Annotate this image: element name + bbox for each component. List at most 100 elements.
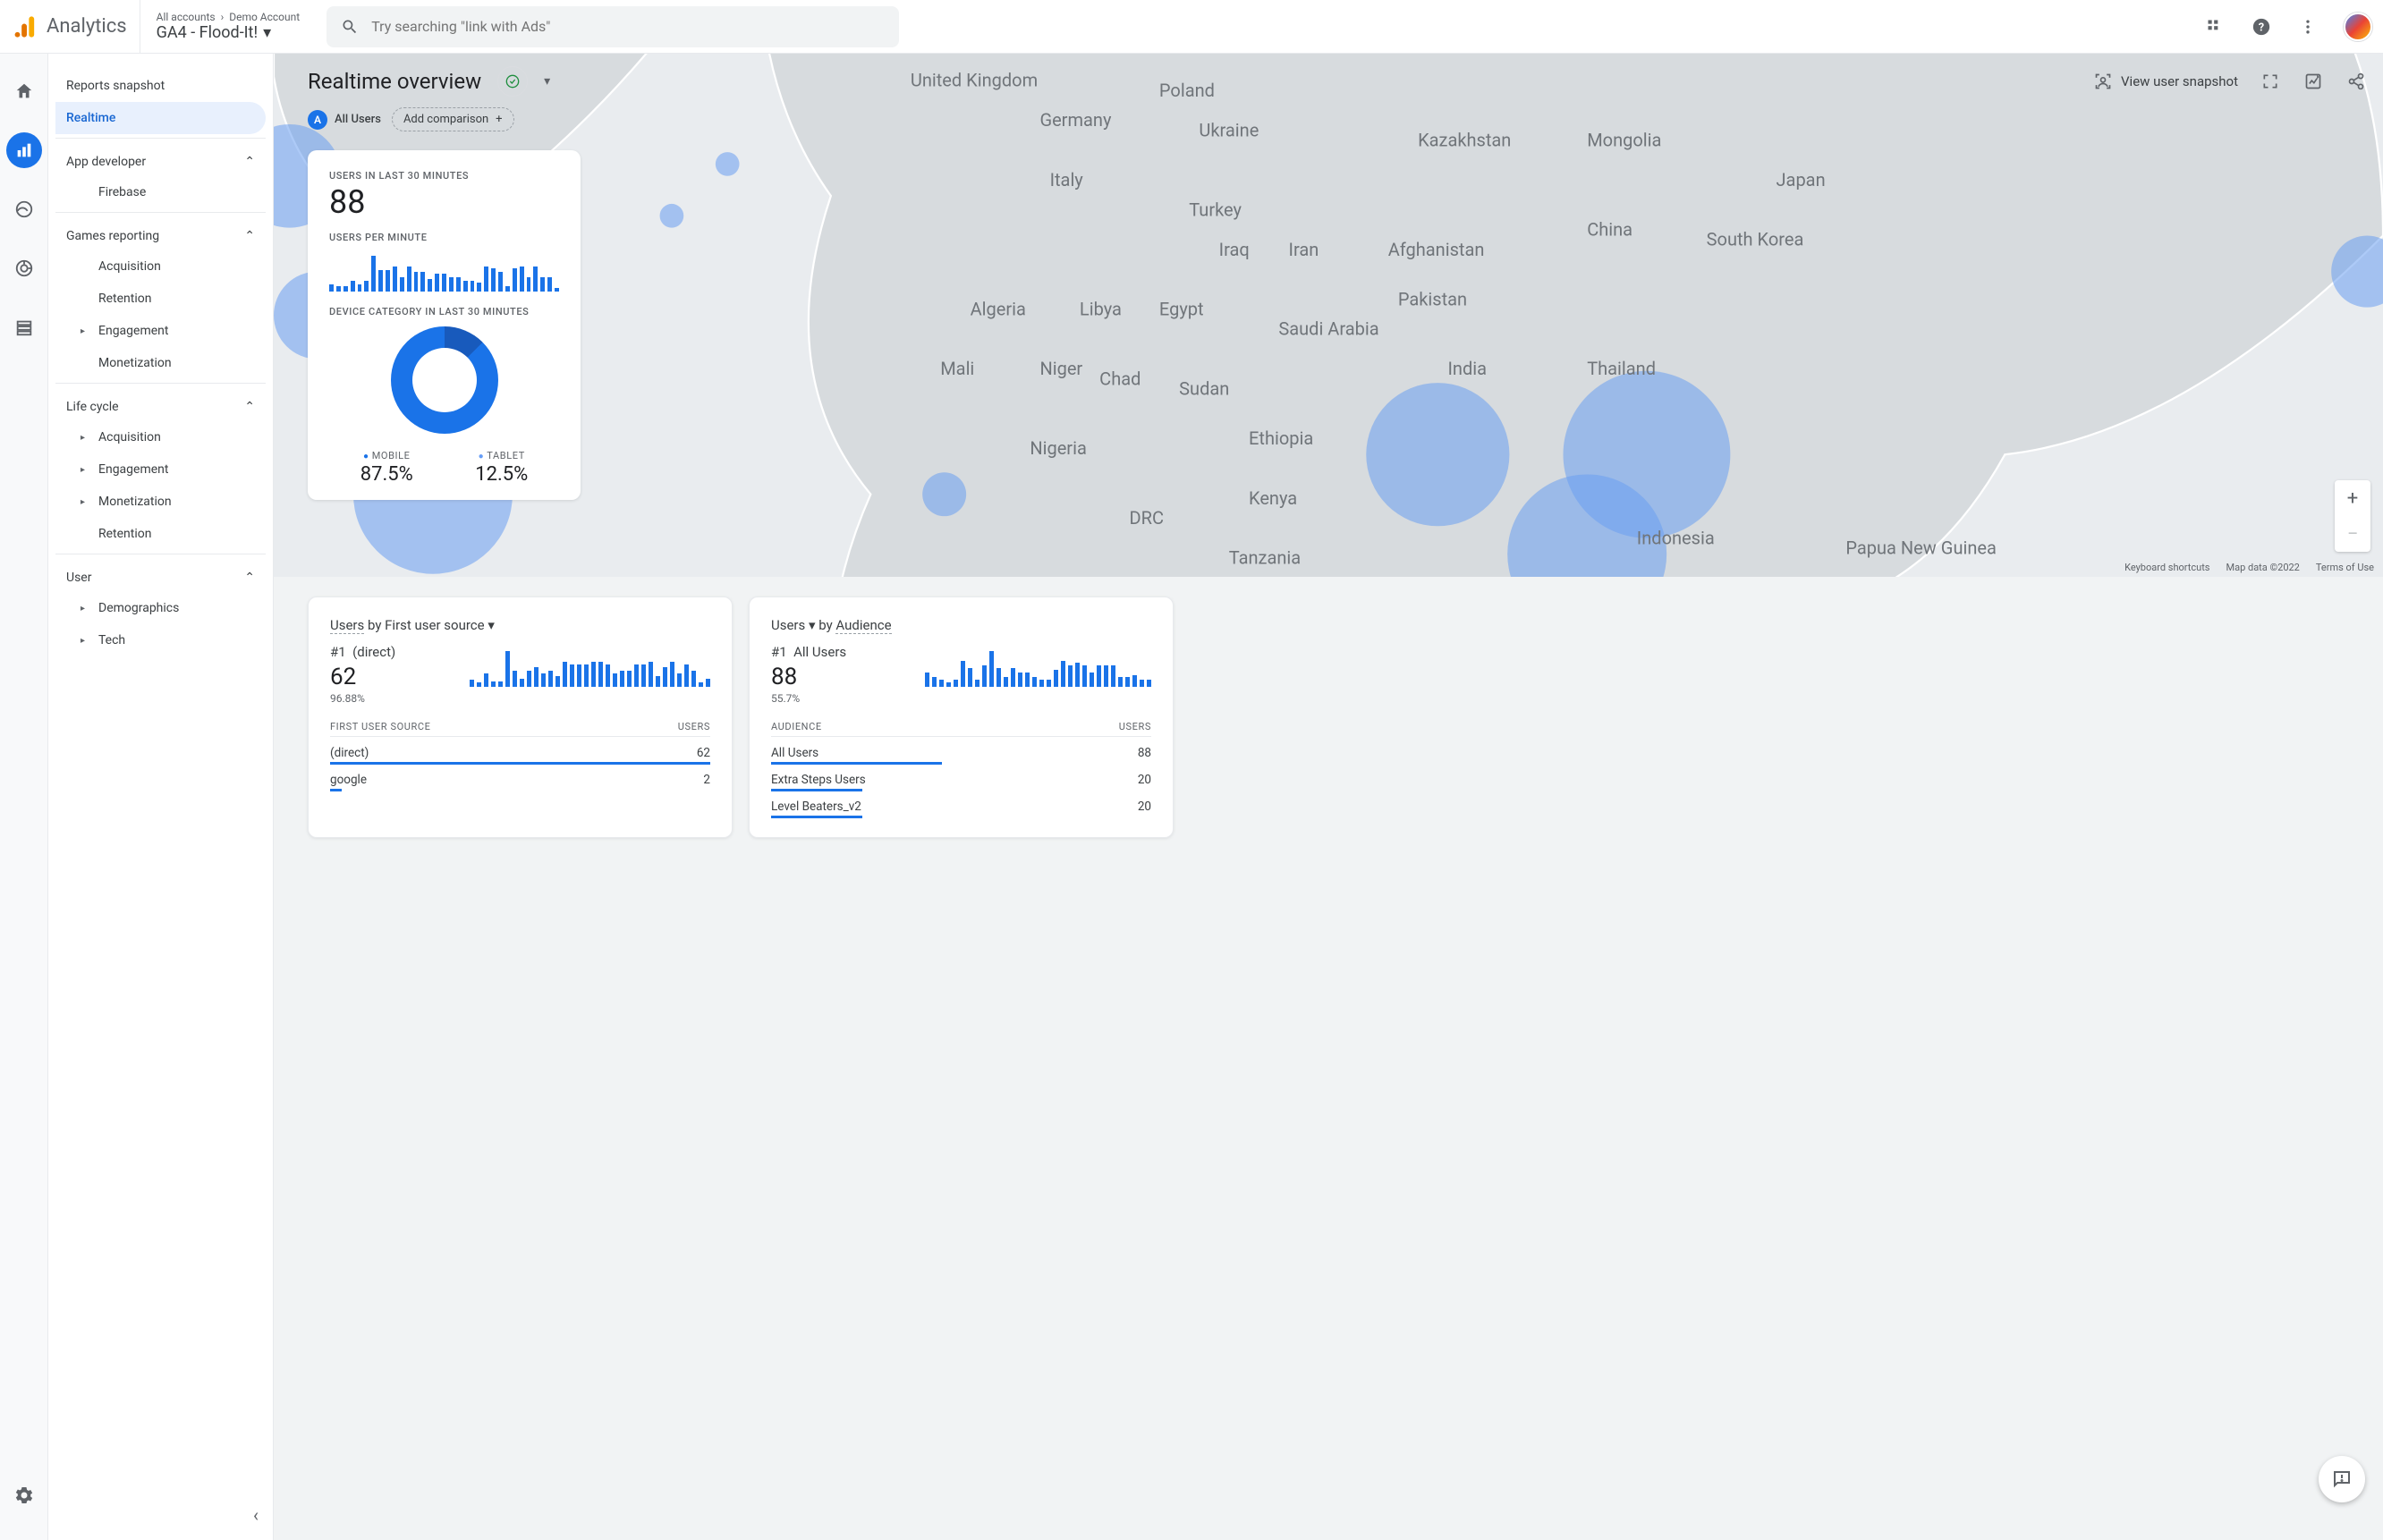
- zoom-out-button[interactable]: −: [2335, 516, 2370, 552]
- map-label: Germany: [1039, 109, 1112, 131]
- nav-realtime[interactable]: Realtime: [55, 102, 266, 134]
- nav-section-games-reporting[interactable]: Games reporting⌃: [55, 213, 266, 250]
- map-label: Nigeria: [1030, 437, 1087, 459]
- map-label: Kenya: [1249, 487, 1297, 509]
- status-ok-icon[interactable]: [497, 66, 528, 97]
- apps-icon[interactable]: [2204, 16, 2226, 38]
- table-row[interactable]: Extra Steps Users20: [771, 764, 1151, 791]
- configure-icon[interactable]: [6, 309, 42, 345]
- property-selector[interactable]: All accounts › Demo Account GA4 - Flood-…: [140, 0, 301, 53]
- source-card-title[interactable]: Users by First user source ▾: [330, 617, 710, 633]
- map-label: Saudi Arabia: [1278, 318, 1378, 340]
- property-name: GA4 - Flood-It!: [157, 23, 258, 42]
- nav-item-demographics[interactable]: ▸Demographics: [55, 592, 266, 624]
- nav-item-engagement[interactable]: ▸Engagement: [55, 453, 266, 486]
- device-mobile-pct: 87.5%: [360, 463, 413, 486]
- more-vert-icon[interactable]: [2297, 16, 2319, 38]
- map-shortcuts-link[interactable]: Keyboard shortcuts: [2124, 562, 2209, 573]
- audience-rank-pct: 55.7%: [771, 692, 846, 705]
- reports-icon[interactable]: [6, 132, 42, 168]
- nav-section-life-cycle[interactable]: Life cycle⌃: [55, 384, 266, 421]
- chevron-right-icon: ›: [221, 11, 225, 23]
- feedback-icon: [2331, 1468, 2353, 1490]
- nav-item-monetization[interactable]: ▸Monetization: [55, 486, 266, 518]
- page-title: Realtime overview: [308, 69, 481, 94]
- map-label: South Korea: [1707, 229, 1804, 250]
- help-icon[interactable]: ?: [2251, 16, 2272, 38]
- audience-rank-value: 88: [771, 664, 846, 690]
- chevron-up-icon: ⌃: [244, 400, 255, 414]
- audience-spark-chart: [864, 644, 1151, 687]
- feedback-button[interactable]: [2319, 1456, 2365, 1502]
- analytics-logo-icon: [14, 14, 39, 39]
- logo[interactable]: Analytics: [14, 14, 127, 39]
- map-label: Algeria: [971, 299, 1026, 320]
- map-label: Turkey: [1189, 199, 1242, 220]
- map-zoom-controls: + −: [2335, 480, 2370, 552]
- table-row[interactable]: google2: [330, 764, 710, 791]
- settings-icon[interactable]: [6, 1477, 42, 1513]
- table-row[interactable]: All Users88: [771, 737, 1151, 764]
- map-label: Sudan: [1179, 377, 1229, 399]
- users-30m-value: 88: [329, 183, 559, 221]
- map-label: Italy: [1050, 169, 1084, 190]
- nav-item-engagement[interactable]: ▸Engagement: [55, 315, 266, 347]
- nav-item-acquisition[interactable]: ▸Acquisition: [55, 421, 266, 453]
- collapse-nav-icon[interactable]: ‹: [253, 1504, 259, 1526]
- nav-item-acquisition[interactable]: Acquisition: [55, 250, 266, 283]
- nav-item-tech[interactable]: ▸Tech: [55, 624, 266, 656]
- first-user-source-card: Users by First user source ▾ #1 (direct)…: [308, 597, 733, 838]
- mini-sidebar: [0, 54, 48, 1540]
- header-actions: ?: [2204, 13, 2372, 41]
- chip-letter-icon: A: [308, 110, 327, 130]
- device-donut: [391, 326, 498, 434]
- nav-item-retention[interactable]: Retention: [55, 283, 266, 315]
- chevron-up-icon: ⌃: [244, 229, 255, 243]
- device-category-label: DEVICE CATEGORY IN LAST 30 MINUTES: [329, 306, 559, 317]
- insights-icon[interactable]: [2302, 71, 2324, 92]
- report-nav: Reports snapshot Realtime App developer⌃…: [48, 54, 274, 1540]
- users-per-min-label: USERS PER MINUTE: [329, 232, 559, 243]
- audience-card: Users ▾ by Audience #1 All Users 88 55.7…: [749, 597, 1174, 838]
- audience-card-title[interactable]: Users ▾ by Audience: [771, 617, 1151, 633]
- svg-text:?: ?: [2259, 21, 2264, 34]
- nav-item-monetization[interactable]: Monetization: [55, 347, 266, 379]
- device-tablet-label: TABLET: [475, 450, 528, 461]
- map-attributions: Keyboard shortcuts Map data ©2022 Terms …: [2124, 562, 2374, 573]
- map-label: DRC: [1130, 507, 1165, 529]
- chevron-up-icon: ⌃: [244, 571, 255, 585]
- map-label: Iraq: [1219, 239, 1250, 260]
- home-icon[interactable]: [6, 73, 42, 109]
- map-label: Ethiopia: [1249, 427, 1313, 449]
- nav-item-retention[interactable]: Retention: [55, 518, 266, 550]
- map-terms-link[interactable]: Terms of Use: [2316, 562, 2374, 573]
- table-row[interactable]: (direct)62: [330, 737, 710, 764]
- advertising-icon[interactable]: [6, 250, 42, 286]
- user-focus-icon: [2094, 72, 2112, 90]
- map-label: Mongolia: [1587, 129, 1661, 150]
- device-tablet-pct: 12.5%: [475, 463, 528, 486]
- plus-icon: +: [496, 113, 502, 126]
- nav-section-user[interactable]: User⌃: [55, 554, 266, 592]
- share-icon[interactable]: [2345, 71, 2367, 92]
- realtime-map[interactable]: FinlandSwedenNorwayRussiaUnited KingdomP…: [274, 54, 2383, 577]
- caret-down-icon[interactable]: ▾: [544, 74, 550, 89]
- map-label: Pakistan: [1398, 288, 1467, 309]
- explore-icon[interactable]: [6, 191, 42, 227]
- view-user-snapshot-button[interactable]: View user snapshot: [2094, 72, 2238, 90]
- chip-all-users[interactable]: A All Users: [308, 110, 381, 130]
- map-data-label: Map data ©2022: [2226, 562, 2300, 573]
- nav-section-app-developer[interactable]: App developer⌃: [55, 139, 266, 176]
- nav-item-firebase[interactable]: Firebase: [55, 176, 266, 208]
- map-label: Afghanistan: [1388, 239, 1485, 260]
- add-comparison-button[interactable]: Add comparison +: [392, 107, 514, 131]
- zoom-in-button[interactable]: +: [2335, 480, 2370, 516]
- table-row[interactable]: Level Beaters_v220: [771, 791, 1151, 817]
- users-30m-label: USERS IN LAST 30 MINUTES: [329, 170, 559, 182]
- map-label: Mali: [940, 358, 974, 379]
- search-input[interactable]: [371, 18, 885, 35]
- search-bar[interactable]: [326, 6, 899, 47]
- nav-reports-snapshot[interactable]: Reports snapshot: [55, 70, 266, 102]
- fullscreen-icon[interactable]: [2260, 71, 2281, 92]
- account-avatar[interactable]: [2344, 13, 2372, 41]
